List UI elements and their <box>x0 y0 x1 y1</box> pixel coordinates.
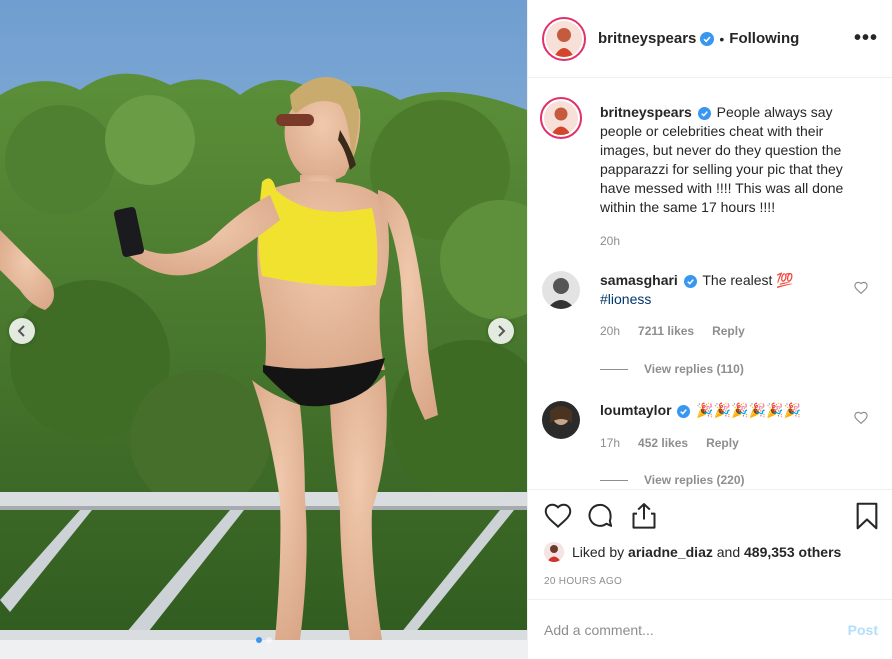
carousel-dot <box>265 637 272 643</box>
heart-icon[interactable] <box>854 281 868 294</box>
carousel-dot <box>255 637 262 643</box>
instagram-post: britneyspears • Following ••• britneyspe… <box>0 0 892 659</box>
comment-username[interactable]: samasghari <box>600 272 678 288</box>
header-separator: • <box>719 30 725 47</box>
post-comment-button[interactable]: Post <box>848 622 878 638</box>
comment-meta: 20h 7211 likes Reply <box>600 324 745 338</box>
comment-meta: 17h 452 likes Reply <box>600 436 739 450</box>
post-timestamp[interactable]: 20 HOURS AGO <box>544 576 622 587</box>
avatar[interactable] <box>542 16 586 61</box>
chevron-right-icon <box>498 325 506 337</box>
likes-count[interactable]: 489,353 others <box>744 544 841 560</box>
verified-icon <box>697 106 711 120</box>
caption-username[interactable]: britneyspears <box>600 104 692 120</box>
heart-icon[interactable] <box>854 411 868 424</box>
carousel-next-button[interactable] <box>488 318 514 344</box>
carousel-indicator <box>0 637 527 643</box>
comment-time[interactable]: 17h <box>600 436 620 450</box>
comment-avatar[interactable] <box>542 271 580 309</box>
comment-hashtag[interactable]: #lioness <box>600 291 651 307</box>
caption-meta: 20h <box>600 234 620 248</box>
post-image-area[interactable] <box>0 0 527 659</box>
comment-text: 🎉🎉🎉🎉🎉🎉 <box>696 402 801 418</box>
header-username[interactable]: britneyspears <box>598 30 696 47</box>
view-replies-line <box>600 368 628 370</box>
view-replies-button[interactable]: View replies (220) <box>600 473 745 487</box>
post-photo <box>0 0 527 659</box>
reply-button[interactable]: Reply <box>712 324 745 338</box>
view-replies-label: View replies (220) <box>644 473 745 487</box>
following-button[interactable]: Following <box>729 30 799 47</box>
share-icon[interactable] <box>630 502 658 530</box>
likes-prefix: Liked by <box>572 544 625 560</box>
comment-text: The realest 💯 <box>702 272 794 288</box>
view-replies-label: View replies (110) <box>644 362 744 376</box>
likes-summary: Liked by ariadne_diaz and 489,353 others <box>544 542 841 562</box>
chevron-left-icon <box>17 325 25 337</box>
post-side-panel: britneyspears • Following ••• britneyspe… <box>527 0 892 659</box>
bookmark-icon[interactable] <box>855 502 879 530</box>
comment-time[interactable]: 20h <box>600 324 620 338</box>
comment-input[interactable] <box>544 621 824 638</box>
liker-username[interactable]: ariadne_diaz <box>628 544 713 560</box>
likes-middle: and <box>716 544 741 560</box>
comment-username[interactable]: loumtaylor <box>600 402 672 418</box>
post-header: britneyspears • Following ••• <box>528 0 892 78</box>
caption-text: People always say people or celebrities … <box>600 104 844 215</box>
comment-likes[interactable]: 452 likes <box>638 436 688 450</box>
comment-avatar[interactable] <box>542 401 580 439</box>
reply-button[interactable]: Reply <box>706 436 739 450</box>
avatar-image <box>546 20 582 57</box>
more-options-icon[interactable]: ••• <box>854 27 878 50</box>
caption-time[interactable]: 20h <box>600 234 620 248</box>
verified-icon <box>677 404 691 418</box>
verified-icon <box>683 274 697 288</box>
comments-list[interactable]: britneyspears People always say people o… <box>528 79 892 489</box>
view-replies-line <box>600 479 628 481</box>
caption-avatar[interactable] <box>540 97 582 139</box>
liker-avatar[interactable] <box>544 542 564 562</box>
heart-icon[interactable] <box>544 502 572 528</box>
comment-likes[interactable]: 7211 likes <box>638 324 694 338</box>
view-replies-button[interactable]: View replies (110) <box>600 362 744 376</box>
add-comment-bar: Post <box>528 599 892 659</box>
comment-icon[interactable] <box>586 502 614 530</box>
post-actions: Liked by ariadne_diaz and 489,353 others… <box>528 489 892 599</box>
carousel-prev-button[interactable] <box>9 318 35 344</box>
verified-icon <box>700 31 715 46</box>
